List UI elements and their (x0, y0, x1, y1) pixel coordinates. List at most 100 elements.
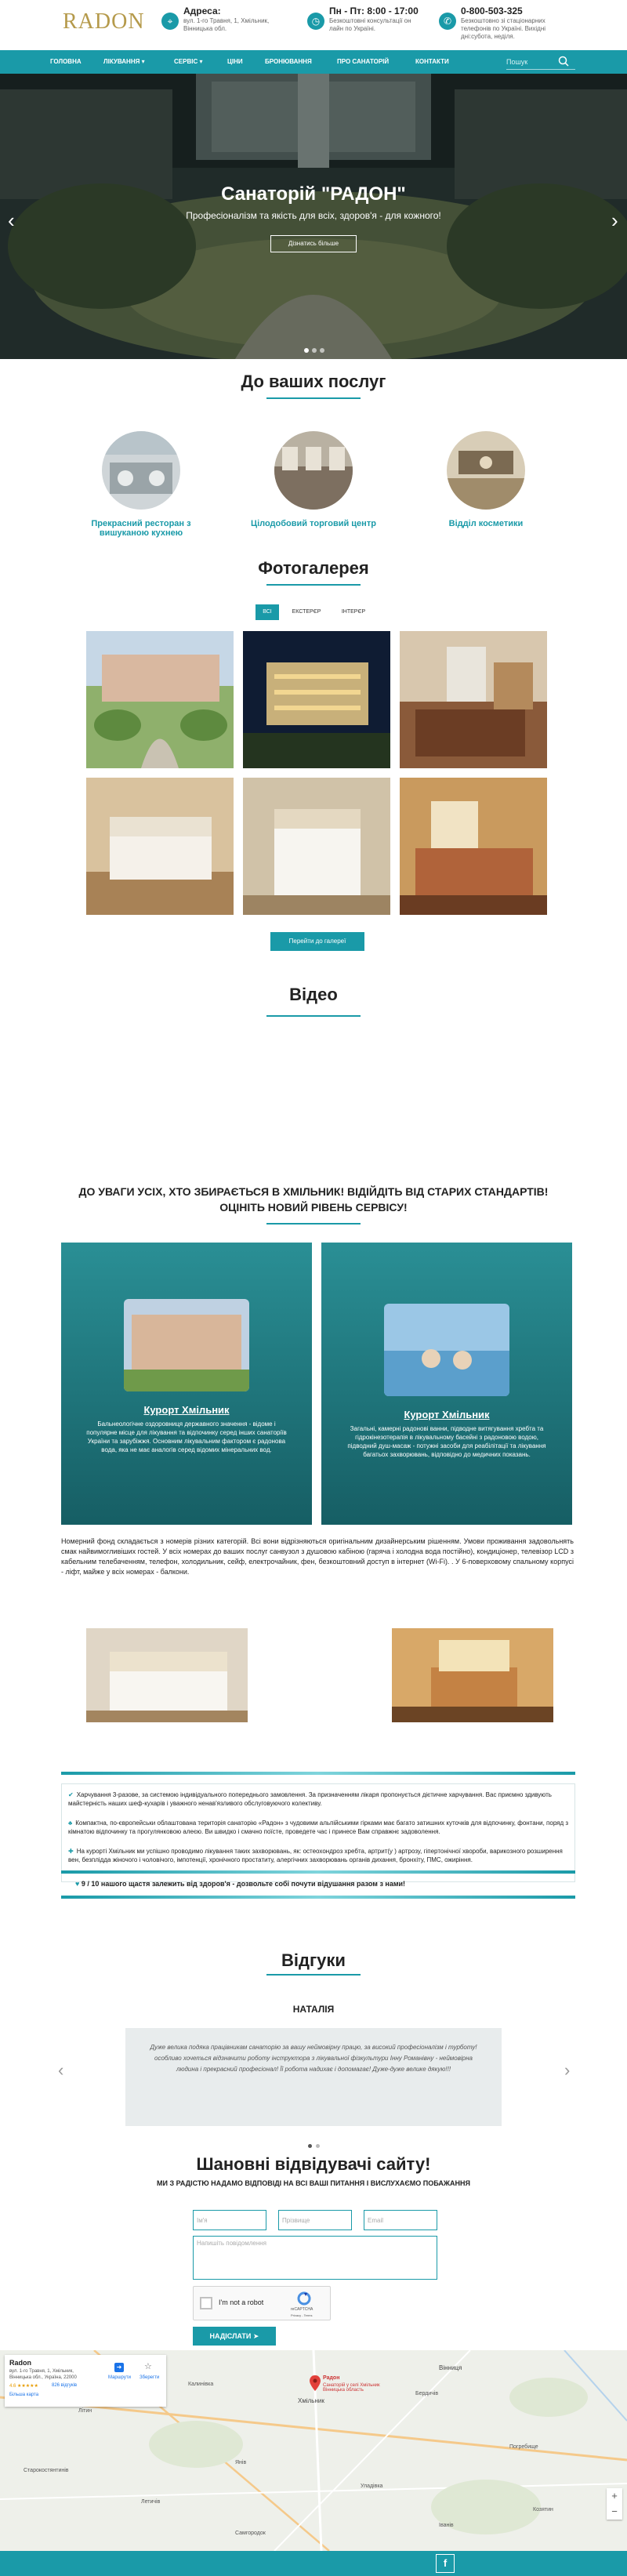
phone-block: ✆ 0-800-503-325 Безкоштовно зі стаціонар… (439, 5, 572, 44)
divider-wave (61, 1896, 575, 1899)
title-underline (266, 584, 361, 586)
reviews-title: Відгуки (281, 1950, 346, 1970)
map-card-reviews[interactable]: 826 відгуків (52, 2383, 77, 2388)
zoom-in-icon[interactable]: + (607, 2488, 622, 2504)
review-box: Дуже велика подяка працівникам санаторію… (125, 2028, 502, 2126)
nav-contacts[interactable]: Контакти (415, 50, 449, 74)
map-pin-label[interactable]: Радон (323, 2375, 339, 2381)
health-quote: ♥ 9 / 10 нашого щастя залежить від здоро… (75, 1880, 561, 1888)
service-image-restaurant[interactable] (102, 431, 180, 510)
address-line: вул. 1-го Травня, 1, Хмільник, (183, 17, 270, 24)
map-town: Літин (78, 2408, 92, 2414)
address-line: Вінницька обл. (183, 25, 227, 32)
feature-item: ♣ Компактна, по-європейськи облаштована т… (68, 1819, 570, 1836)
resort-card[interactable]: Курорт Хмільник Загальні, камерні радоно… (321, 1243, 572, 1525)
slider-dot[interactable] (312, 348, 317, 353)
nav-home[interactable]: Головна (50, 50, 82, 74)
gallery-photo[interactable] (86, 631, 234, 768)
email-field[interactable] (364, 2210, 437, 2230)
recaptcha-widget: I'm not a robot reCAPTCHA Privacy - Term… (193, 2286, 331, 2320)
gallery-photo[interactable] (400, 778, 547, 915)
chevron-right-icon[interactable]: › (564, 2060, 570, 2081)
recaptcha-checkbox[interactable] (200, 2297, 212, 2309)
map-card-rating: 4.6 ★★★★★ (9, 2384, 38, 2389)
site-logo[interactable]: RADON (63, 9, 149, 41)
service-label[interactable]: Відділ косметики (415, 519, 556, 528)
directions-label[interactable]: Маршрути (108, 2375, 131, 2380)
feature-text: На курорті Хмільник ми успішно проводимо… (68, 1848, 563, 1863)
recaptcha-terms[interactable]: Privacy - Terms (291, 2313, 312, 2317)
address-title: Адреса: (183, 5, 221, 16)
recaptcha-label: I'm not a robot (219, 2298, 264, 2306)
nav-about[interactable]: Про санаторій (337, 50, 389, 74)
logo-text: RADON (63, 9, 145, 34)
room-photo[interactable] (86, 1628, 248, 1722)
map-town: Іванів (439, 2523, 454, 2528)
service-label[interactable]: Цілодобовий торговий центр (243, 519, 384, 528)
map-town: Уладівка (361, 2483, 383, 2489)
review-text: Дуже велика подяка працівникам санаторію… (150, 2044, 477, 2073)
gallery-photo[interactable] (86, 778, 234, 915)
directions-icon[interactable]: ➜ (114, 2363, 124, 2372)
map-card-larger-map-link[interactable]: Більша карта (9, 2393, 38, 2397)
tab-exterior[interactable]: ЕКСТЕРЄР (287, 604, 326, 620)
map-town: Хмільник (298, 2397, 324, 2404)
resort-card[interactable]: Курорт Хмільник Бальнеологічне оздоровни… (61, 1243, 312, 1525)
card-image (124, 1299, 249, 1391)
service-label[interactable]: Прекрасний ресторан з вишуканою кухнею (71, 519, 212, 538)
message-field[interactable] (193, 2236, 437, 2280)
slider-dot[interactable] (320, 348, 324, 353)
hero-learn-more-button[interactable]: Дізнатись більше (270, 235, 357, 252)
hero-title: Санаторій "РАДОН" (221, 183, 406, 205)
save-icon[interactable]: ☆ (144, 2361, 152, 2371)
gallery-photo[interactable] (400, 631, 547, 768)
submit-button[interactable]: НАДІСЛАТИ ➤ (193, 2327, 276, 2346)
nav-booking[interactable]: Бронювання (265, 50, 312, 74)
hero-slider: Санаторій "РАДОН" Професіоналізм та якіс… (0, 74, 627, 359)
review-dot-active[interactable] (308, 2144, 312, 2148)
phone-line: дні:субота, неділя. (461, 33, 515, 40)
slider-dot-active[interactable] (304, 348, 309, 353)
service-image-cosmetics[interactable] (447, 431, 525, 510)
search-icon[interactable] (558, 56, 569, 67)
map-town: Летичів (141, 2499, 161, 2505)
chevron-left-icon[interactable]: ‹ (8, 209, 15, 233)
nav-treatment[interactable]: Лікування ▾ (103, 50, 145, 74)
tab-interior[interactable]: ІНТЕРЄР (334, 604, 373, 620)
map-town: Янів (235, 2460, 247, 2465)
nav-prices[interactable]: Ціни (227, 50, 243, 74)
service-image-mall[interactable] (274, 431, 353, 510)
gallery-photo[interactable] (243, 631, 390, 768)
hours-line: лайн по Україні. (329, 25, 375, 32)
feature-item: ✔ Харчування 3-разове, за системою індиві… (68, 1791, 570, 1808)
hours-line: Безкоштовні консультації он (329, 17, 411, 24)
chevron-right-icon[interactable]: › (611, 209, 618, 233)
card-text: Бальнеологічне оздоровниця державного зн… (86, 1420, 287, 1453)
tree-icon: ♣ (68, 1820, 73, 1827)
map-town: Старокостянтинів (24, 2468, 69, 2473)
review-dot[interactable] (316, 2144, 320, 2148)
recaptcha-brand: reCAPTCHA (291, 2307, 314, 2312)
heart-icon: ♥ (75, 1880, 82, 1888)
zoom-out-icon[interactable]: − (607, 2504, 622, 2520)
rooms-description: Номерний фонд складається з номерів різн… (61, 1537, 574, 1576)
promo-banner: ДО УВАГИ УСІХ, ХТО ЗБИРАЄТЬСЯ В ХМІЛЬНИК… (78, 1185, 549, 1214)
map-town: Самгородок (235, 2531, 266, 2536)
map-pin-icon[interactable] (310, 2375, 321, 2391)
room-photo[interactable] (392, 1628, 553, 1722)
save-label[interactable]: Зберегти (140, 2375, 159, 2380)
gallery-photo[interactable] (243, 778, 390, 915)
go-to-gallery-button[interactable]: Перейти до галереї (270, 932, 364, 951)
zoom-controls: + − (607, 2488, 622, 2520)
facebook-icon[interactable]: f (436, 2554, 455, 2573)
feature-text: Харчування 3-разове, за системою індивід… (68, 1791, 552, 1807)
google-map[interactable]: Вінниця Калинівка Літин Бердичів Староко… (0, 2350, 627, 2551)
phone-number[interactable]: 0-800-503-325 (461, 5, 545, 17)
map-town: Бердичів (415, 2391, 439, 2396)
footer: f (0, 2551, 627, 2576)
tab-all[interactable]: ВСІ (256, 604, 279, 620)
first-name-field[interactable] (193, 2210, 266, 2230)
last-name-field[interactable] (278, 2210, 352, 2230)
nav-service[interactable]: Сервіс ▾ (174, 50, 202, 74)
chevron-left-icon[interactable]: ‹ (58, 2060, 63, 2081)
